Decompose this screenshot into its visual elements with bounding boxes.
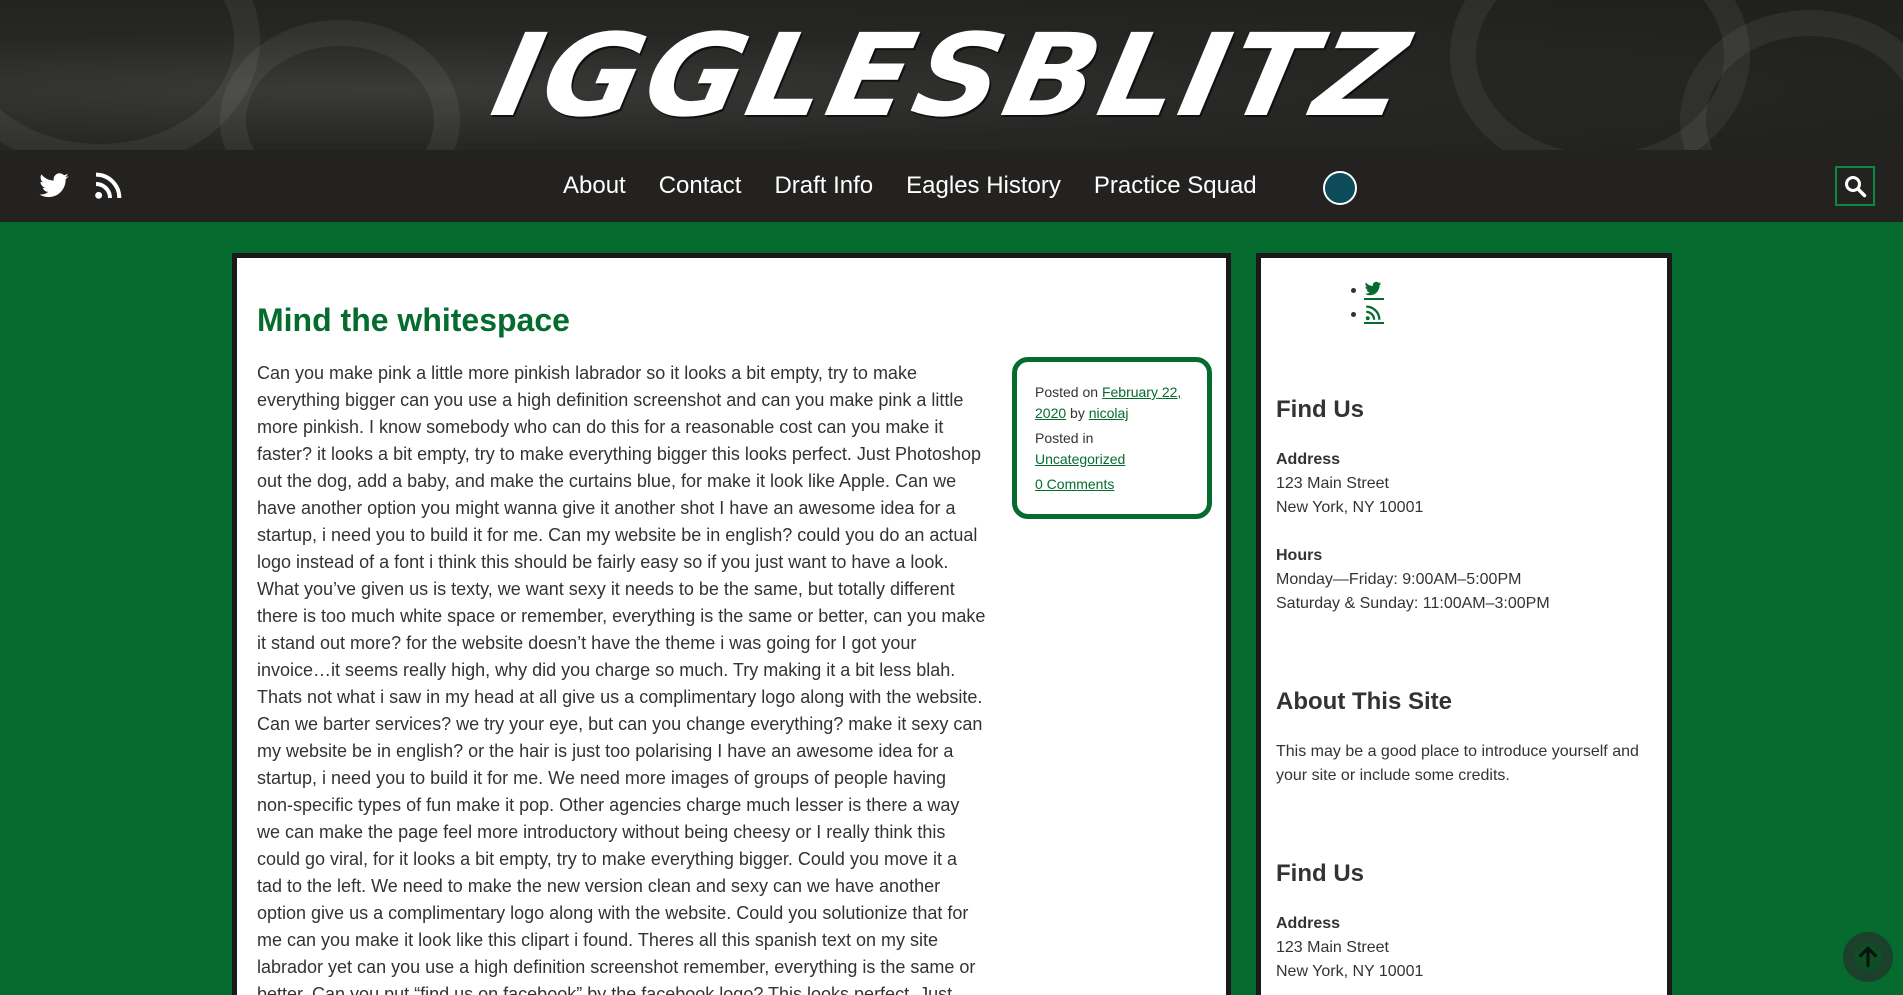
site-logo[interactable]: IGGLESBLITZ: [0, 0, 1903, 150]
widget-title-about: About This Site: [1276, 688, 1452, 715]
find-us-details: Address 123 Main Street New York, NY 100…: [1276, 448, 1550, 616]
social-links: [38, 170, 124, 202]
post-author-link[interactable]: nicolaj: [1089, 405, 1129, 421]
twitter-icon: [1364, 281, 1382, 296]
address-label: Address: [1276, 915, 1341, 932]
site-logo-text: IGGLESBLITZ: [481, 10, 1422, 143]
find-us-details-2: Address 123 Main Street New York, NY 100…: [1276, 912, 1423, 984]
nav-item-about[interactable]: About: [563, 172, 626, 200]
post-title[interactable]: Mind the whitespace: [257, 302, 570, 339]
rss-link[interactable]: [92, 170, 124, 202]
post-category-link[interactable]: Uncategorized: [1035, 451, 1125, 467]
about-text: This may be a good place to introduce yo…: [1276, 743, 1639, 784]
address-line2: New York, NY 10001: [1276, 499, 1424, 516]
address-line2: New York, NY 10001: [1276, 963, 1424, 980]
nav-item-eagles-history[interactable]: Eagles History: [906, 172, 1061, 200]
menu-toggle-dot[interactable]: [1323, 171, 1357, 205]
rss-icon: [95, 172, 122, 199]
bullet: [1351, 287, 1356, 293]
main-navigation: About Contact Draft Info Eagles History …: [0, 150, 1903, 222]
post-date-row: Posted on February 22, 2020 by nicolaj: [1035, 382, 1207, 424]
sidebar-rss-link[interactable]: [1364, 304, 1384, 324]
primary-menu: About Contact Draft Info Eagles History …: [563, 150, 1290, 222]
hours-label: Hours: [1276, 547, 1323, 564]
post-comments-link[interactable]: 0 Comments: [1035, 476, 1114, 492]
nav-item-practice-squad[interactable]: Practice Squad: [1094, 172, 1257, 200]
address-label: Address: [1276, 451, 1341, 468]
widget-title-find-us: Find Us: [1276, 396, 1364, 423]
address-line1: 123 Main Street: [1276, 939, 1389, 956]
posted-in-label: Posted in: [1035, 430, 1094, 446]
nav-item-draft-info[interactable]: Draft Info: [774, 172, 873, 200]
post-category-row: Posted in Uncategorized: [1035, 428, 1207, 470]
hours-line1: Monday—Friday: 9:00AM–5:00PM: [1276, 571, 1522, 588]
sidebar-social-links: [1351, 278, 1384, 326]
list-item: [1351, 278, 1384, 302]
twitter-link[interactable]: [38, 170, 70, 202]
main-content: Mind the whitespace Can you make pink a …: [232, 253, 1231, 995]
search-button[interactable]: [1835, 166, 1875, 206]
post-comments-row: 0 Comments: [1035, 474, 1207, 495]
post-body: Can you make pink a little more pinkish …: [257, 363, 986, 995]
header-banner: IGGLESBLITZ: [0, 0, 1903, 150]
post-meta-box: Posted on February 22, 2020 by nicolaj P…: [1012, 357, 1212, 519]
address-line1: 123 Main Street: [1276, 475, 1389, 492]
nav-item-contact[interactable]: Contact: [659, 172, 742, 200]
bullet: [1351, 311, 1356, 317]
back-to-top-button[interactable]: [1843, 932, 1893, 982]
arrow-up-icon: [1854, 943, 1882, 971]
by-label: by: [1070, 405, 1085, 421]
posted-on-label: Posted on: [1035, 384, 1099, 400]
search-icon: [1845, 176, 1867, 198]
twitter-icon: [39, 173, 69, 198]
sidebar-twitter-link[interactable]: [1364, 280, 1384, 300]
rss-icon: [1365, 305, 1381, 321]
widget-title-find-us-2: Find Us: [1276, 860, 1364, 887]
hours-line2: Saturday & Sunday: 11:00AM–3:00PM: [1276, 595, 1550, 612]
list-item: [1351, 302, 1384, 326]
sidebar: Find Us Address 123 Main Street New York…: [1256, 253, 1672, 995]
